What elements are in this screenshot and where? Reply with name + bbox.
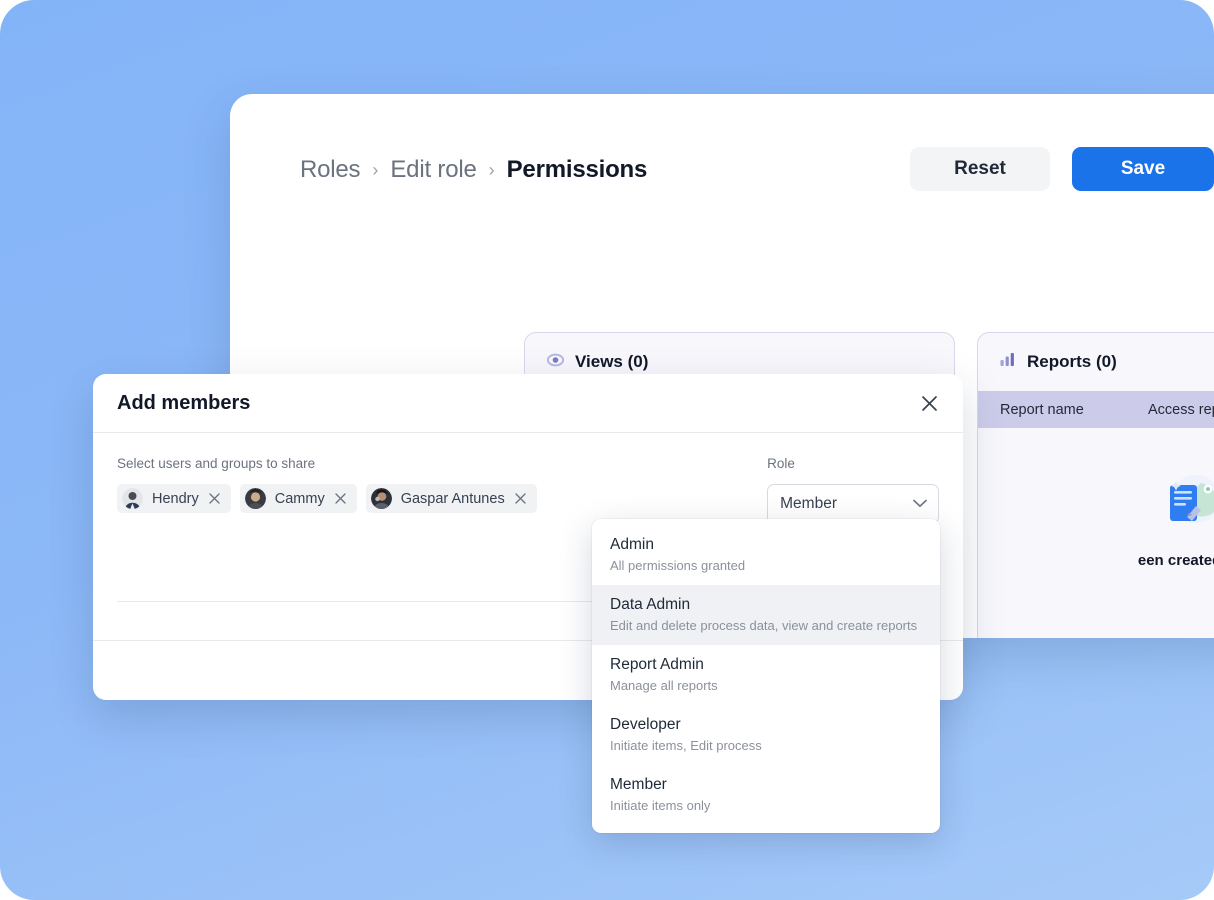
role-field-label: Role [767, 456, 795, 471]
reports-card-title-row: Reports (0) [978, 333, 1214, 391]
breadcrumb: Roles › Edit role › Permissions [300, 147, 647, 193]
member-chip-name: Gaspar Antunes [400, 490, 505, 507]
reports-permission-card: Reports (0) Report name Access report Vi… [977, 332, 1214, 638]
views-card-title: Views (0) [575, 352, 649, 371]
role-option-description: Edit and delete process data, view and c… [610, 618, 918, 633]
close-icon[interactable] [334, 492, 348, 506]
role-option-description: Initiate items only [610, 798, 711, 813]
role-dropdown-menu: Admin All permissions granted Data Admin… [592, 519, 940, 833]
reports-table-header: Report name Access report View Form [978, 391, 1214, 428]
role-select[interactable]: Member [767, 484, 939, 524]
chevron-down-icon [913, 495, 927, 513]
role-option-data-admin[interactable]: Data Admin Edit and delete process data,… [592, 585, 940, 645]
role-option-label: Admin [610, 536, 654, 553]
header-actions: Reset Save [910, 147, 1214, 191]
column-header-report-name: Report name [1000, 401, 1084, 418]
role-option-description: Manage all reports [610, 678, 718, 693]
empty-state-illustration [1156, 473, 1214, 540]
breadcrumb-separator: › [488, 160, 495, 180]
member-chip[interactable]: Cammy [239, 484, 357, 513]
member-chip-name: Cammy [274, 490, 325, 507]
member-chip[interactable]: Hendry [117, 484, 231, 513]
breadcrumb-item-edit-role[interactable]: Edit role [390, 156, 476, 184]
bar-chart-icon [1000, 352, 1016, 372]
save-button[interactable]: Save [1072, 147, 1214, 191]
role-select-value: Member [780, 495, 837, 512]
member-chip[interactable]: Gaspar Antunes [365, 484, 537, 513]
role-option-label: Developer [610, 716, 681, 733]
role-option-description: Initiate items, Edit process [610, 738, 762, 753]
close-icon[interactable] [915, 389, 943, 417]
breadcrumb-item-roles[interactable]: Roles [300, 156, 361, 184]
member-chip-name: Hendry [152, 490, 199, 507]
reset-button[interactable]: Reset [910, 147, 1050, 191]
reports-card-title: Reports (0) [1027, 352, 1117, 371]
eye-icon [546, 353, 565, 372]
page-header: Roles › Edit role › Permissions Reset Sa… [300, 147, 1214, 193]
close-icon[interactable] [208, 492, 222, 506]
modal-header: Add members [93, 374, 963, 433]
close-icon[interactable] [514, 492, 528, 506]
breadcrumb-item-permissions: Permissions [506, 156, 648, 183]
reports-empty-text: een created yet [1137, 552, 1214, 569]
role-option-label: Member [610, 776, 667, 793]
avatar [370, 488, 392, 509]
role-option-label: Data Admin [610, 596, 691, 613]
column-header-access-report: Access report [1148, 401, 1214, 418]
breadcrumb-separator: › [372, 160, 379, 180]
role-option-member[interactable]: Member Initiate items only [592, 765, 940, 825]
avatar [122, 488, 143, 509]
reports-empty-state: een created yet [978, 473, 1214, 569]
avatar [244, 488, 266, 509]
role-option-description: All permissions granted [610, 558, 746, 573]
modal-title: Add members [117, 391, 251, 414]
role-option-admin[interactable]: Admin All permissions granted [592, 525, 940, 585]
role-option-developer[interactable]: Developer Initiate items, Edit process [592, 705, 940, 765]
role-option-label: Report Admin [610, 656, 704, 673]
role-option-report-admin[interactable]: Report Admin Manage all reports [592, 645, 940, 705]
users-field-label: Select users and groups to share [117, 456, 316, 471]
